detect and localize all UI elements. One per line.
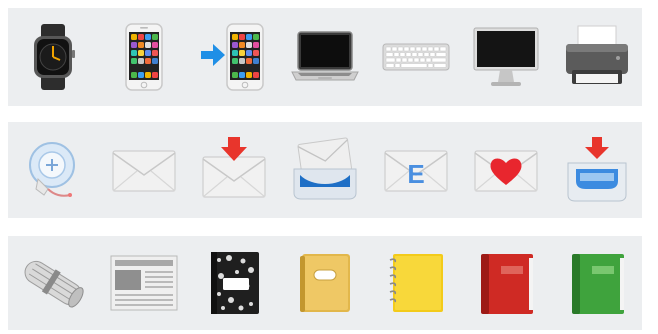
down-arrow-icon [584,137,609,159]
composition-notebook-icon [199,248,269,318]
notebook-icon [381,248,451,318]
rolled-up-newspaper-icon [18,248,88,318]
printer-icon [562,22,632,92]
envelope-icon [109,135,179,205]
e-mail-icon: E [381,135,451,205]
desktop-computer-icon [471,22,541,92]
keyboard-icon [381,22,451,92]
red-book-icon [471,248,541,318]
inbox-tray-icon [562,135,632,205]
row-paper [8,236,642,330]
email-symbol-icon [18,135,88,205]
right-arrow-icon [201,44,226,66]
row-devices [8,8,642,106]
green-book-icon [562,248,632,318]
row-mail: E [8,122,642,218]
mobile-phone-with-arrow-icon [199,22,269,92]
laptop-icon [290,22,360,92]
envelope-with-arrow-icon [199,135,269,205]
newspaper-icon [109,248,179,318]
incoming-envelope-tray-icon [290,135,360,205]
mobile-phone-icon [109,22,179,92]
watch-icon [18,22,88,92]
emoji-sheet: E [0,0,658,334]
ledger-icon [290,248,360,318]
e-letter: E [407,159,424,189]
love-letter-icon [471,135,541,205]
